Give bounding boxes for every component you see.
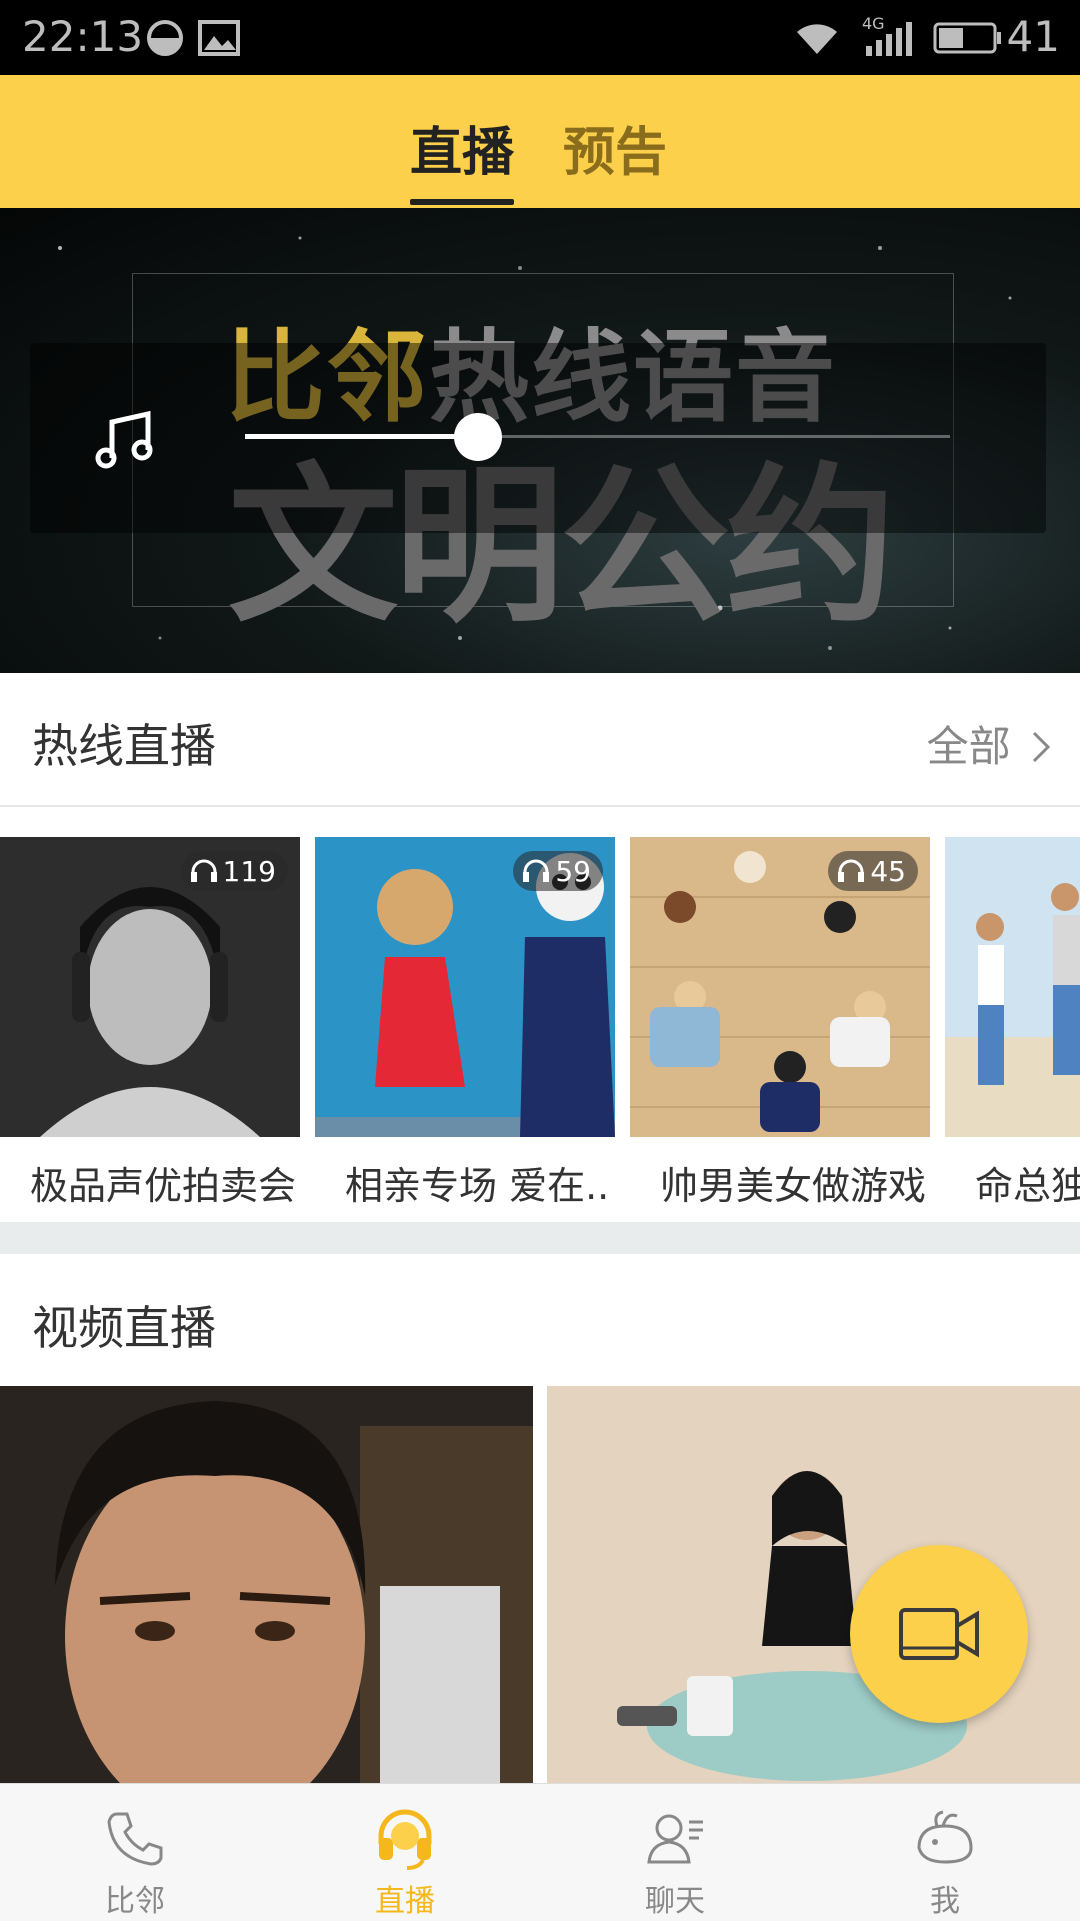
listener-count-badge: 59: [513, 851, 603, 891]
card-title[interactable]: 相亲专场 爱在..: [345, 1155, 609, 1210]
wifi-icon: [797, 24, 837, 54]
section-divider: [0, 805, 1080, 807]
hotline-card[interactable]: 59: [315, 837, 615, 1137]
hotline-card[interactable]: 45: [630, 837, 930, 1137]
audio-progress-fill: [245, 434, 478, 439]
hotline-card[interactable]: 119: [0, 837, 300, 1137]
nav-item-bilin[interactable]: 比邻: [0, 1784, 270, 1921]
section-separator: [0, 1222, 1080, 1254]
chat-person-icon: [647, 1814, 703, 1864]
status-bar: 22:13 4G 41: [0, 0, 1080, 75]
nav-item-live[interactable]: 直播: [270, 1784, 540, 1921]
hotline-section-title: 热线直播: [32, 719, 216, 773]
image-icon: [198, 20, 240, 56]
listener-count: 119: [222, 854, 276, 888]
music-note-icon[interactable]: [92, 408, 156, 472]
hotline-card[interactable]: [945, 837, 1080, 1137]
headphones-icon: [190, 859, 217, 882]
card-image-beach-jump: [945, 837, 1080, 1137]
audio-player-overlay: [30, 343, 1046, 533]
card-title[interactable]: 极品声优拍卖会: [30, 1155, 296, 1210]
battery-level: 41: [1006, 12, 1060, 61]
nav-item-chat[interactable]: 聊天: [540, 1784, 810, 1921]
banner[interactable]: 比邻热线语音 文明公约: [0, 208, 1080, 673]
video-section-title: 视频直播: [32, 1301, 216, 1355]
nav-label: 直播: [375, 1884, 435, 1919]
tab-live[interactable]: 直播: [410, 110, 514, 185]
whale-icon: [917, 1810, 973, 1864]
battery-icon: [933, 22, 1001, 54]
video-tile[interactable]: [0, 1386, 533, 1783]
status-time: 22:13: [22, 12, 144, 61]
nav-label: 我: [930, 1884, 960, 1919]
video-thumbnail-man: [0, 1386, 533, 1783]
audio-progress-handle[interactable]: [453, 413, 502, 461]
headphones-icon: [523, 859, 550, 882]
nav-label: 聊天: [645, 1884, 705, 1919]
tab-preview[interactable]: 预告: [563, 110, 667, 185]
nav-item-me[interactable]: 我: [810, 1784, 1080, 1921]
listener-count-badge: 45: [828, 851, 918, 891]
nav-label: 比邻: [105, 1884, 165, 1919]
listener-count-badge: 119: [180, 851, 288, 891]
card-title[interactable]: 帅男美女做游戏: [660, 1155, 926, 1210]
top-header: 直播 预告: [0, 75, 1080, 208]
start-video-button[interactable]: [850, 1545, 1028, 1723]
phone-icon: [107, 1812, 163, 1866]
card-title[interactable]: 命总独: [975, 1155, 1080, 1210]
see-all-label: 全部: [926, 722, 1011, 771]
signal-icon: [866, 22, 912, 56]
see-all-link[interactable]: 全部: [927, 713, 1052, 774]
chevron-right-icon: [1032, 731, 1051, 763]
headphones-icon: [838, 859, 865, 882]
do-not-disturb-icon: [147, 20, 183, 56]
active-tab-indicator: [410, 199, 514, 205]
bottom-nav: 比邻 直播 聊天 我: [0, 1783, 1080, 1921]
video-camera-icon: [899, 1608, 979, 1660]
listener-count: 59: [555, 854, 591, 888]
headset-icon: [378, 1809, 432, 1870]
listener-count: 45: [870, 854, 906, 888]
